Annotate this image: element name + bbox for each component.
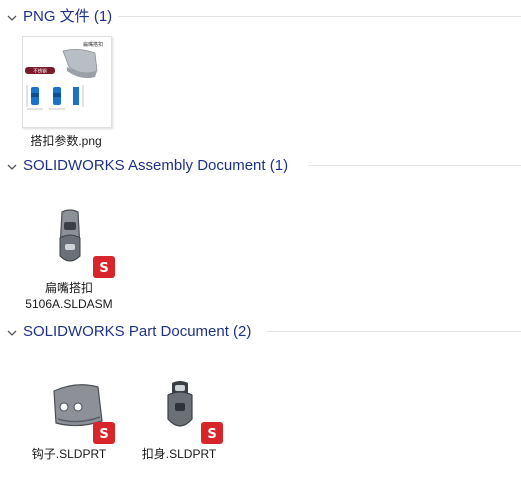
svg-text:S: S: [99, 427, 108, 442]
assembly-part-icon: [59, 209, 81, 262]
chevron-down-icon[interactable]: [6, 327, 18, 339]
file-name-assembly-line2: 5106A.SLDASM: [25, 297, 113, 311]
solidworks-icon: S: [93, 256, 115, 278]
file-item-assembly[interactable]: S 扁嘴搭扣 5106A.SLDASM: [14, 205, 124, 315]
chevron-down-icon[interactable]: [6, 12, 18, 24]
file-item-part-hook[interactable]: S 钩子.SLDPRT: [14, 375, 124, 465]
group-header-part[interactable]: SOLIDWORKS Part Document (2): [0, 321, 521, 345]
solidworks-icon: S: [201, 422, 223, 444]
solidworks-icon: S: [93, 422, 115, 444]
file-item-png[interactable]: 扁嘴搭扣 不锈钢 搭扣参数.png: [10, 30, 122, 150]
group-header-assembly[interactable]: SOLIDWORKS Assembly Document (1): [0, 155, 521, 179]
file-name-assembly-line1: 扁嘴搭扣: [44, 281, 93, 295]
thumb-tag: 不锈钢: [33, 68, 47, 75]
file-item-part-body[interactable]: S 扣身.SLDPRT: [124, 375, 234, 465]
thumb-title: 扁嘴搭扣: [83, 41, 103, 48]
svg-text:S: S: [207, 427, 216, 442]
group-title-assembly: SOLIDWORKS Assembly Document (1): [23, 157, 289, 174]
group-header-png[interactable]: PNG 文件 (1): [0, 6, 521, 30]
file-name-part-hook: 钩子.SLDPRT: [31, 447, 107, 461]
group-title-png: PNG 文件 (1): [23, 8, 113, 25]
group-divider: [308, 165, 521, 166]
body-part-icon: [167, 381, 193, 427]
chevron-down-icon[interactable]: [6, 161, 18, 173]
png-thumbnail: 扁嘴搭扣 不锈钢: [22, 36, 112, 128]
group-divider: [266, 331, 521, 332]
file-name-part-body: 扣身.SLDPRT: [141, 447, 217, 461]
file-name-png: 搭扣参数.png: [30, 134, 102, 148]
group-title-part: SOLIDWORKS Part Document (2): [23, 323, 252, 340]
svg-text:S: S: [99, 261, 108, 276]
group-divider: [118, 16, 521, 17]
